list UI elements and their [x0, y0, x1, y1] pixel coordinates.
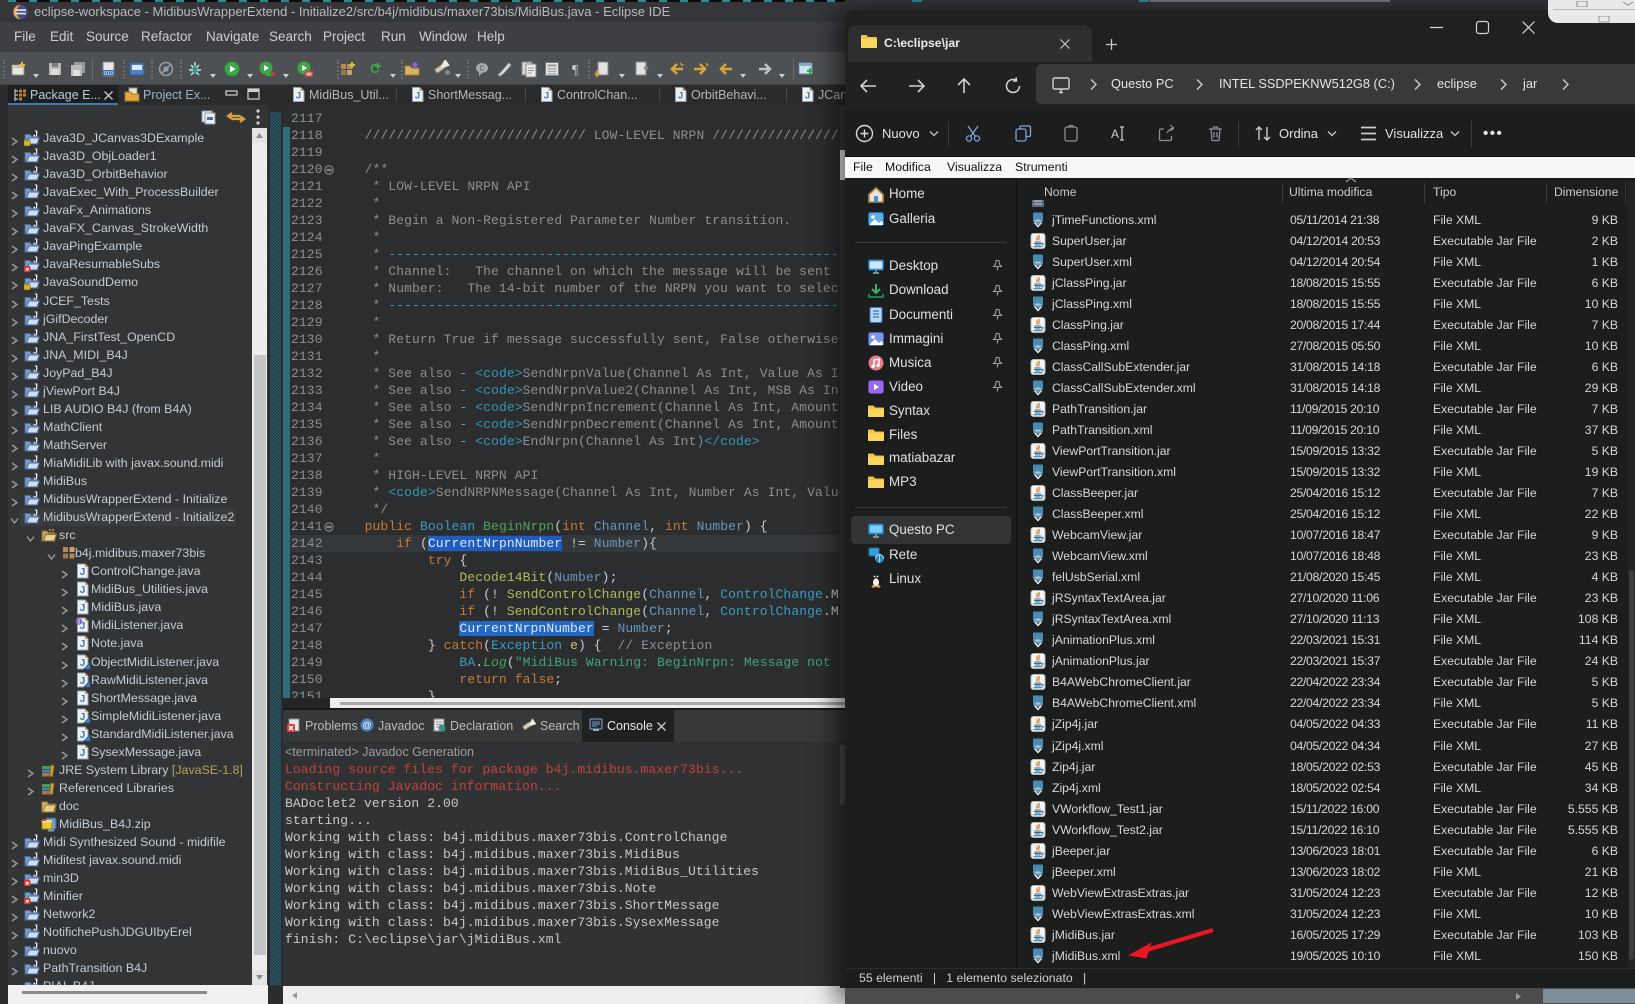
- svg-text:J: J: [33, 329, 38, 338]
- svg-text:!: !: [26, 141, 28, 146]
- svg-text:J: J: [33, 455, 38, 464]
- svg-text:J: J: [80, 603, 86, 614]
- svg-text:J: J: [33, 437, 38, 446]
- svg-text:I: I: [78, 619, 80, 626]
- svg-text:J: J: [33, 834, 38, 843]
- svg-text:J: J: [33, 852, 38, 861]
- svg-text:J: J: [33, 148, 38, 157]
- svg-text:J: J: [33, 509, 38, 518]
- svg-text:J: J: [33, 491, 38, 500]
- svg-text:J: J: [80, 585, 86, 596]
- svg-text:@: @: [362, 720, 371, 730]
- svg-text:J: J: [80, 730, 86, 741]
- svg-text:J: J: [33, 365, 38, 374]
- svg-text:¶: ¶: [572, 63, 579, 78]
- svg-text:J: J: [80, 694, 86, 705]
- svg-text:010: 010: [104, 71, 113, 77]
- svg-text:J: J: [33, 473, 38, 482]
- svg-text:J: J: [33, 293, 38, 302]
- svg-text:J: J: [33, 906, 38, 915]
- svg-text:J: J: [33, 888, 38, 897]
- svg-text:J: J: [33, 924, 38, 933]
- svg-text:J: J: [80, 639, 86, 650]
- svg-text:J: J: [33, 202, 38, 211]
- svg-text:J: J: [33, 383, 38, 392]
- svg-text:J: J: [33, 256, 38, 265]
- svg-text:!: !: [26, 286, 28, 291]
- svg-text:J: J: [33, 238, 38, 247]
- svg-text:J: J: [33, 130, 38, 139]
- svg-text:J: J: [33, 220, 38, 229]
- svg-text:J: J: [80, 712, 86, 723]
- svg-text:J: J: [33, 184, 38, 193]
- svg-text:J: J: [296, 91, 301, 102]
- svg-text:J: J: [33, 274, 38, 283]
- svg-text:C: C: [479, 66, 484, 73]
- svg-text:J: J: [80, 748, 86, 759]
- svg-text:J: J: [415, 91, 420, 102]
- svg-text:J: J: [33, 311, 38, 320]
- svg-text:A: A: [1111, 127, 1119, 141]
- svg-text:J: J: [80, 676, 86, 687]
- svg-text:J: J: [33, 870, 38, 879]
- svg-text:J: J: [80, 567, 86, 578]
- svg-text:J: J: [544, 91, 549, 102]
- svg-text:J: J: [33, 166, 38, 175]
- svg-text:J: J: [33, 419, 38, 428]
- svg-text:J: J: [80, 658, 86, 669]
- svg-text:J: J: [33, 401, 38, 410]
- svg-text:J: J: [33, 942, 38, 951]
- svg-text:J: J: [33, 347, 38, 356]
- svg-text:J: J: [678, 91, 683, 102]
- svg-text:J: J: [33, 960, 38, 969]
- svg-text:J: J: [805, 91, 810, 102]
